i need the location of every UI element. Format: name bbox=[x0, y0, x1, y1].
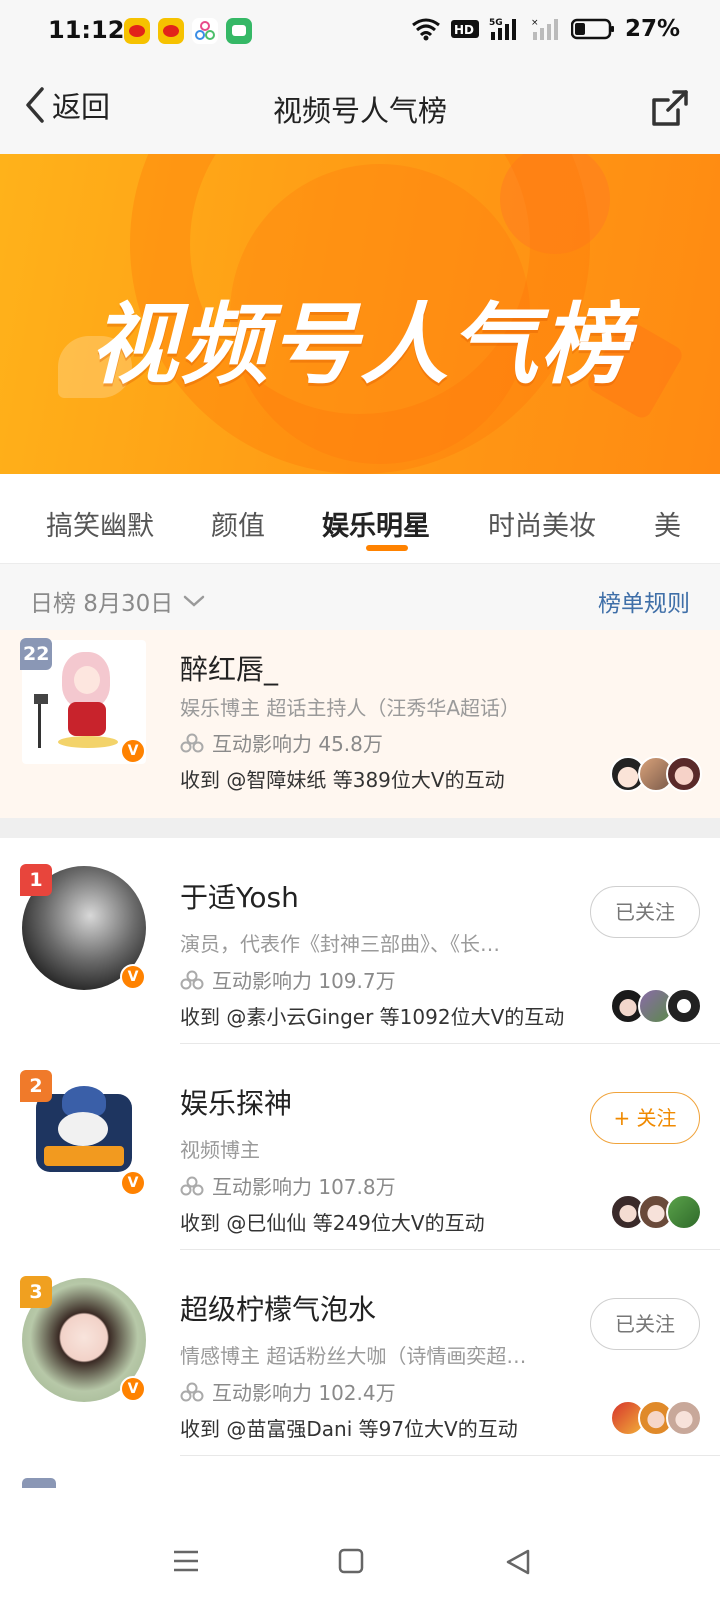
influence-icon bbox=[180, 733, 204, 752]
user-name[interactable]: 醉红唇_ bbox=[180, 648, 278, 688]
menu-icon[interactable] bbox=[172, 1548, 200, 1574]
my-ranking-row[interactable]: 22 V 醉红唇_ 娱乐博主 超话主持人（汪秀华A超话） 互动影响力 45.8万… bbox=[0, 630, 720, 818]
verified-icon: V bbox=[120, 1376, 146, 1402]
nav-bar: 返回 视频号人气榜 bbox=[0, 64, 720, 154]
rank-badge: 1 bbox=[20, 864, 52, 896]
user-name[interactable]: 超级柠檬气泡水 bbox=[180, 1288, 376, 1328]
date-selector[interactable]: 日榜 8月30日 bbox=[30, 584, 205, 618]
hd-icon: HD bbox=[450, 20, 479, 38]
svg-text:5G: 5G bbox=[489, 18, 503, 28]
user-description: 演员，代表作《封神三部曲》、《长… bbox=[180, 932, 500, 956]
interacting-users[interactable] bbox=[610, 1400, 702, 1436]
influence-icon bbox=[180, 970, 204, 989]
rank-badge: 3 bbox=[20, 1276, 52, 1308]
influence-icon bbox=[180, 1176, 204, 1195]
date-row: 日榜 8月30日 榜单规则 bbox=[0, 564, 720, 630]
received-interactions: 收到 @素小云Ginger 等1092位大V的互动 bbox=[180, 1005, 565, 1029]
influence-stat: 互动影响力 45.8万 bbox=[180, 728, 383, 757]
verified-icon: V bbox=[120, 738, 146, 764]
following-button[interactable]: 已关注 bbox=[590, 886, 700, 938]
ranking-row[interactable]: 1 V 于适Yosh 演员，代表作《封神三部曲》、《长… 互动影响力 109.7… bbox=[0, 838, 720, 1044]
ranking-rules-link[interactable]: 榜单规则 bbox=[598, 584, 690, 618]
wifi-icon bbox=[412, 18, 440, 41]
system-navigation-bar bbox=[0, 1522, 720, 1612]
chat-app-icon bbox=[226, 18, 252, 44]
influence-stat: 互动影响力 107.8万 bbox=[180, 1171, 396, 1200]
page-title: 视频号人气榜 bbox=[272, 94, 447, 128]
received-interactions: 收到 @苗富强Dani 等97位大V的互动 bbox=[180, 1417, 518, 1441]
section-gap bbox=[0, 818, 720, 838]
tab-beauty[interactable]: 美 bbox=[654, 504, 681, 543]
user-description: 情感博主 超话粉丝大咖（诗情画奕超… bbox=[180, 1344, 527, 1368]
status-time: 11:12 bbox=[48, 16, 125, 44]
ranking-row[interactable]: 3 V 超级柠檬气泡水 情感博主 超话粉丝大咖（诗情画奕超… 互动影响力 102… bbox=[0, 1250, 720, 1456]
battery-icon bbox=[570, 18, 614, 40]
notification-icons bbox=[124, 18, 252, 44]
influence-stat: 互动影响力 109.7万 bbox=[180, 965, 396, 994]
signal-5g-icon: 5G bbox=[489, 18, 516, 40]
avatar[interactable]: 3 V bbox=[20, 1276, 146, 1402]
svg-text:×: × bbox=[531, 18, 539, 28]
banner-title: 视频号人气榜 bbox=[89, 293, 630, 396]
share-icon[interactable] bbox=[648, 86, 692, 130]
mini-avatar bbox=[666, 1400, 702, 1436]
user-name[interactable]: 于适Yosh bbox=[180, 876, 299, 916]
mini-avatar bbox=[666, 1194, 702, 1230]
user-description: 娱乐博主 超话主持人（汪秀华A超话） bbox=[180, 696, 521, 720]
signal-icon: × bbox=[531, 18, 558, 40]
following-button[interactable]: 已关注 bbox=[590, 1298, 700, 1350]
avatar[interactable]: 22 V bbox=[20, 638, 146, 764]
status-indicators: HD 5G × 27% bbox=[411, 16, 680, 42]
status-bar: 11:12 HD 5G × 27% bbox=[0, 0, 720, 64]
interacting-users[interactable] bbox=[610, 1194, 702, 1230]
influence-stat: 互动影响力 102.4万 bbox=[180, 1377, 396, 1406]
back-triangle-icon[interactable] bbox=[504, 1548, 532, 1576]
color-app-icon bbox=[192, 18, 218, 44]
influence-value: 互动影响力 45.8万 bbox=[212, 732, 383, 756]
avatar[interactable]: 2 V bbox=[20, 1070, 146, 1196]
chevron-down-icon bbox=[183, 595, 205, 607]
influence-value: 互动影响力 109.7万 bbox=[212, 969, 396, 993]
category-tabs: 搞笑幽默 颜值 娱乐明星 时尚美妆 美 bbox=[0, 474, 720, 564]
interacting-users[interactable] bbox=[610, 988, 702, 1024]
home-icon[interactable] bbox=[338, 1548, 364, 1574]
tab-entertainment[interactable]: 娱乐明星 bbox=[322, 504, 430, 543]
interacting-users[interactable] bbox=[610, 756, 702, 792]
rank-badge: 2 bbox=[20, 1070, 52, 1102]
verified-icon: V bbox=[120, 964, 146, 990]
received-interactions: 收到 @巳仙仙 等249位大V的互动 bbox=[180, 1211, 485, 1235]
user-description: 视频博主 bbox=[180, 1138, 260, 1162]
row-divider bbox=[180, 1455, 720, 1456]
ranking-row[interactable]: 2 V 娱乐探神 视频博主 互动影响力 107.8万 收到 @巳仙仙 等249位… bbox=[0, 1044, 720, 1250]
mini-avatar bbox=[666, 756, 702, 792]
tab-fashion-beauty[interactable]: 时尚美妆 bbox=[488, 504, 596, 543]
svg-text:HD: HD bbox=[454, 23, 474, 37]
influence-value: 互动影响力 107.8万 bbox=[212, 1175, 396, 1199]
banner: 视频号人气榜 bbox=[0, 154, 720, 474]
verified-icon: V bbox=[120, 1170, 146, 1196]
date-label: 日榜 8月30日 bbox=[30, 591, 174, 617]
next-row-rank-badge bbox=[22, 1478, 56, 1488]
rank-badge: 22 bbox=[20, 638, 53, 670]
received-interactions: 收到 @智障妹纸 等389位大V的互动 bbox=[180, 768, 505, 792]
weibo-icon bbox=[124, 18, 150, 44]
avatar[interactable]: 1 V bbox=[20, 864, 146, 990]
tab-looks[interactable]: 颜值 bbox=[211, 504, 265, 543]
influence-value: 互动影响力 102.4万 bbox=[212, 1381, 396, 1405]
user-name[interactable]: 娱乐探神 bbox=[180, 1082, 292, 1122]
follow-button[interactable]: + 关注 bbox=[590, 1092, 700, 1144]
influence-icon bbox=[180, 1382, 204, 1401]
battery-percent: 27% bbox=[624, 16, 680, 42]
active-tab-indicator bbox=[366, 545, 408, 551]
tab-comedy[interactable]: 搞笑幽默 bbox=[46, 504, 154, 543]
weibo-icon bbox=[158, 18, 184, 44]
mini-avatar bbox=[666, 988, 702, 1024]
